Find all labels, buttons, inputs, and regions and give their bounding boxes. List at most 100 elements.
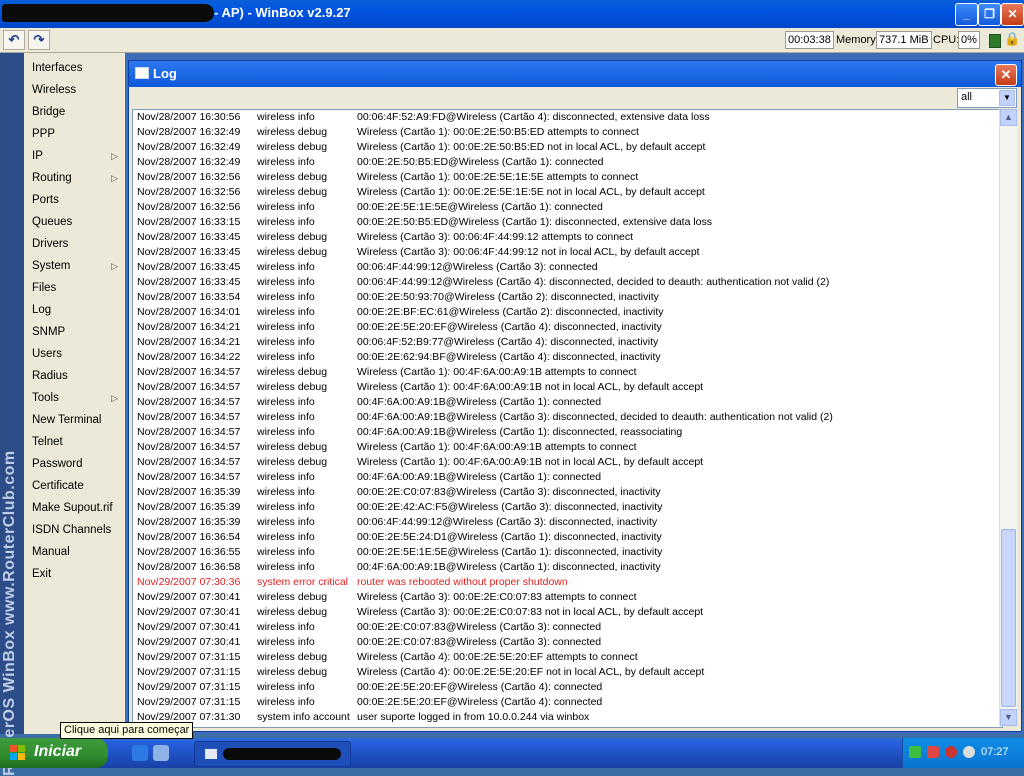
table-row[interactable]: Nov/28/2007 16:33:45 wireless info 00:06:4… <box>133 260 1002 275</box>
table-row[interactable]: Nov/29/2007 07:31:15 wireless debug Wirele… <box>133 650 1002 665</box>
table-row[interactable]: Nov/29/2007 07:30:41 wireless debug Wirele… <box>133 590 1002 605</box>
table-row[interactable]: Nov/28/2007 16:36:55 wireless info 00:0E:2… <box>133 545 1002 560</box>
table-row[interactable]: Nov/28/2007 16:34:57 wireless debug Wirele… <box>133 380 1002 395</box>
table-row[interactable]: Nov/28/2007 16:32:56 wireless debug Wirele… <box>133 170 1002 185</box>
table-row[interactable]: Nov/28/2007 16:34:21 wireless info 00:06:4… <box>133 335 1002 350</box>
table-row[interactable]: Nov/28/2007 16:34:57 wireless info 00:4F:6… <box>133 425 1002 440</box>
sidebar-item-new-terminal[interactable]: New Terminal <box>24 409 124 431</box>
table-row[interactable]: Nov/28/2007 16:32:49 wireless debug Wirele… <box>133 125 1002 140</box>
log-message-cell: 00:4F:6A:00:A9:1B@Wireless (Cartão 3): d… <box>357 411 833 423</box>
table-row[interactable]: Nov/28/2007 16:33:45 wireless info 00:06:4… <box>133 275 1002 290</box>
table-row[interactable]: Nov/28/2007 16:34:57 wireless info 00:4F:6… <box>133 395 1002 410</box>
redacted-taskbar-label <box>223 748 341 760</box>
table-row[interactable]: Nov/29/2007 07:30:41 wireless debug Wirele… <box>133 605 1002 620</box>
table-row[interactable]: Nov/28/2007 16:35:39 wireless info 00:0E:2… <box>133 485 1002 500</box>
sidebar-item-password[interactable]: Password <box>24 453 124 475</box>
submenu-arrow-icon: ▷ <box>111 151 118 161</box>
log-message-cell: user suporte logged in from 10.0.0.244 v… <box>357 711 590 723</box>
table-row[interactable]: Nov/28/2007 16:33:54 wireless info 00:0E:2… <box>133 290 1002 305</box>
sidebar-item-ppp[interactable]: PPP <box>24 123 124 145</box>
table-row[interactable]: Nov/29/2007 07:31:15 wireless info 00:0E:2… <box>133 695 1002 710</box>
sidebar-item-log[interactable]: Log <box>24 299 124 321</box>
sidebar-item-bridge[interactable]: Bridge <box>24 101 124 123</box>
sidebar-item-certificate[interactable]: Certificate <box>24 475 124 497</box>
table-row[interactable]: Nov/28/2007 16:35:39 wireless info 00:06:4… <box>133 515 1002 530</box>
table-row[interactable]: Nov/28/2007 16:33:45 wireless debug Wirele… <box>133 245 1002 260</box>
table-row[interactable]: Nov/28/2007 16:34:57 wireless info 00:4F:6… <box>133 410 1002 425</box>
network-error-icon[interactable] <box>927 746 939 758</box>
table-row[interactable]: Nov/28/2007 16:34:57 wireless info 00:4F:6… <box>133 470 1002 485</box>
table-row[interactable]: Nov/28/2007 16:33:45 wireless debug Wirele… <box>133 230 1002 245</box>
undo-icon[interactable]: ↶ <box>3 30 25 50</box>
table-row[interactable]: Nov/28/2007 16:34:22 wireless info 00:0E:2… <box>133 350 1002 365</box>
table-row[interactable]: Nov/28/2007 16:33:15 wireless info 00:0E:2… <box>133 215 1002 230</box>
title-bar[interactable]: - AP) - WinBox v2.9.27 _ ❐ ✕ <box>0 0 1024 28</box>
sidebar-item-tools[interactable]: Tools ▷ <box>24 387 124 409</box>
sidebar-item-users[interactable]: Users <box>24 343 124 365</box>
close-button[interactable]: ✕ <box>1001 3 1024 26</box>
log-title-bar[interactable]: Log ✕ <box>129 61 1021 87</box>
scroll-thumb[interactable] <box>1001 529 1016 707</box>
internet-explorer-icon[interactable] <box>132 745 148 761</box>
log-close-button[interactable]: ✕ <box>995 64 1017 86</box>
log-time-cell: Nov/29/2007 07:31:15 <box>137 651 241 663</box>
log-filter-select[interactable]: all ▼ <box>957 88 1017 108</box>
maximize-button[interactable]: ❐ <box>978 3 1001 26</box>
show-desktop-icon[interactable] <box>153 745 169 761</box>
table-row[interactable]: Nov/28/2007 16:36:54 wireless info 00:0E:2… <box>133 530 1002 545</box>
log-message-cell: 00:0E:2E:5E:20:EF@Wireless (Cartão 4): d… <box>357 321 662 333</box>
table-row[interactable]: Nov/29/2007 07:31:30 system info account u… <box>133 710 1002 725</box>
scroll-down-icon[interactable]: ▼ <box>1000 709 1017 726</box>
minimize-button[interactable]: _ <box>955 3 978 26</box>
sidebar-item-files[interactable]: Files <box>24 277 124 299</box>
table-row[interactable]: Nov/28/2007 16:32:49 wireless info 00:0E:2… <box>133 155 1002 170</box>
table-row[interactable]: Nov/28/2007 16:34:57 wireless debug Wirele… <box>133 440 1002 455</box>
sidebar-item-radius[interactable]: Radius <box>24 365 124 387</box>
volume-icon[interactable] <box>963 746 975 758</box>
log-scrollbar[interactable]: ▲ ▼ <box>999 109 1017 726</box>
sidebar-item-wireless[interactable]: Wireless <box>24 79 124 101</box>
table-row[interactable]: Nov/28/2007 16:36:58 wireless info 00:4F:6… <box>133 560 1002 575</box>
table-row[interactable]: Nov/28/2007 16:34:01 wireless info 00:0E:2… <box>133 305 1002 320</box>
table-row[interactable]: Nov/29/2007 07:31:15 wireless debug Wirele… <box>133 665 1002 680</box>
lock-icon[interactable]: 🔒 <box>1004 31 1020 47</box>
taskbar-winbox-button[interactable] <box>194 741 351 767</box>
table-row[interactable]: Nov/29/2007 07:30:41 wireless info 00:0E:2… <box>133 635 1002 650</box>
table-row[interactable]: Nov/28/2007 16:34:57 wireless debug Wirele… <box>133 365 1002 380</box>
log-message-cell: 00:0E:2E:5E:20:EF@Wireless (Cartão 4): c… <box>357 681 603 693</box>
sidebar-item-interfaces[interactable]: Interfaces <box>24 57 124 79</box>
log-message-cell: 00:0E:2E:50:93:70@Wireless (Cartão 2): d… <box>357 291 659 303</box>
sidebar-item-manual[interactable]: Manual <box>24 541 124 563</box>
table-row[interactable]: Nov/28/2007 16:34:57 wireless debug Wirele… <box>133 455 1002 470</box>
table-row[interactable]: Nov/28/2007 16:30:56 wireless info 00:06:4… <box>133 110 1002 125</box>
sidebar-item-label: Interfaces <box>32 62 83 74</box>
start-button[interactable]: Iniciar <box>0 738 108 768</box>
table-row[interactable]: Nov/28/2007 16:32:56 wireless info 00:0E:2… <box>133 200 1002 215</box>
log-time-cell: Nov/28/2007 16:33:45 <box>137 231 241 243</box>
sidebar-item-telnet[interactable]: Telnet <box>24 431 124 453</box>
sidebar-item-label: Wireless <box>32 84 77 96</box>
sidebar-item-exit[interactable]: Exit <box>24 563 124 585</box>
sidebar-item-routing[interactable]: Routing ▷ <box>24 167 124 189</box>
scroll-up-icon[interactable]: ▲ <box>1000 109 1017 126</box>
sidebar-item-system[interactable]: System ▷ <box>24 255 124 277</box>
table-row[interactable]: Nov/28/2007 16:32:49 wireless debug Wirele… <box>133 140 1002 155</box>
table-row[interactable]: Nov/28/2007 16:32:56 wireless debug Wirele… <box>133 185 1002 200</box>
table-row[interactable]: Nov/29/2007 07:30:36 system error critica… <box>133 575 1002 590</box>
sidebar-item-isdn-channels[interactable]: ISDN Channels <box>24 519 124 541</box>
sidebar-item-drivers[interactable]: Drivers <box>24 233 124 255</box>
sidebar-item-snmp[interactable]: SNMP <box>24 321 124 343</box>
sidebar-item-make-supout-rif[interactable]: Make Supout.rif <box>24 497 124 519</box>
sidebar-item-ports[interactable]: Ports <box>24 189 124 211</box>
table-row[interactable]: Nov/28/2007 16:34:21 wireless info 00:0E:2… <box>133 320 1002 335</box>
network-icon[interactable] <box>909 746 921 758</box>
redo-icon[interactable]: ↷ <box>28 30 50 50</box>
sidebar-item-ip[interactable]: IP ▷ <box>24 145 124 167</box>
log-message-cell: Wireless (Cartão 1): 00:4F:6A:00:A9:1B a… <box>357 441 637 453</box>
table-row[interactable]: Nov/29/2007 07:31:15 wireless info 00:0E:2… <box>133 680 1002 695</box>
sidebar-item-queues[interactable]: Queues <box>24 211 124 233</box>
chevron-down-icon[interactable]: ▼ <box>999 90 1015 106</box>
table-row[interactable]: Nov/28/2007 16:35:39 wireless info 00:0E:2… <box>133 500 1002 515</box>
table-row[interactable]: Nov/29/2007 07:30:41 wireless info 00:0E:2… <box>133 620 1002 635</box>
security-shield-icon[interactable] <box>945 746 957 758</box>
